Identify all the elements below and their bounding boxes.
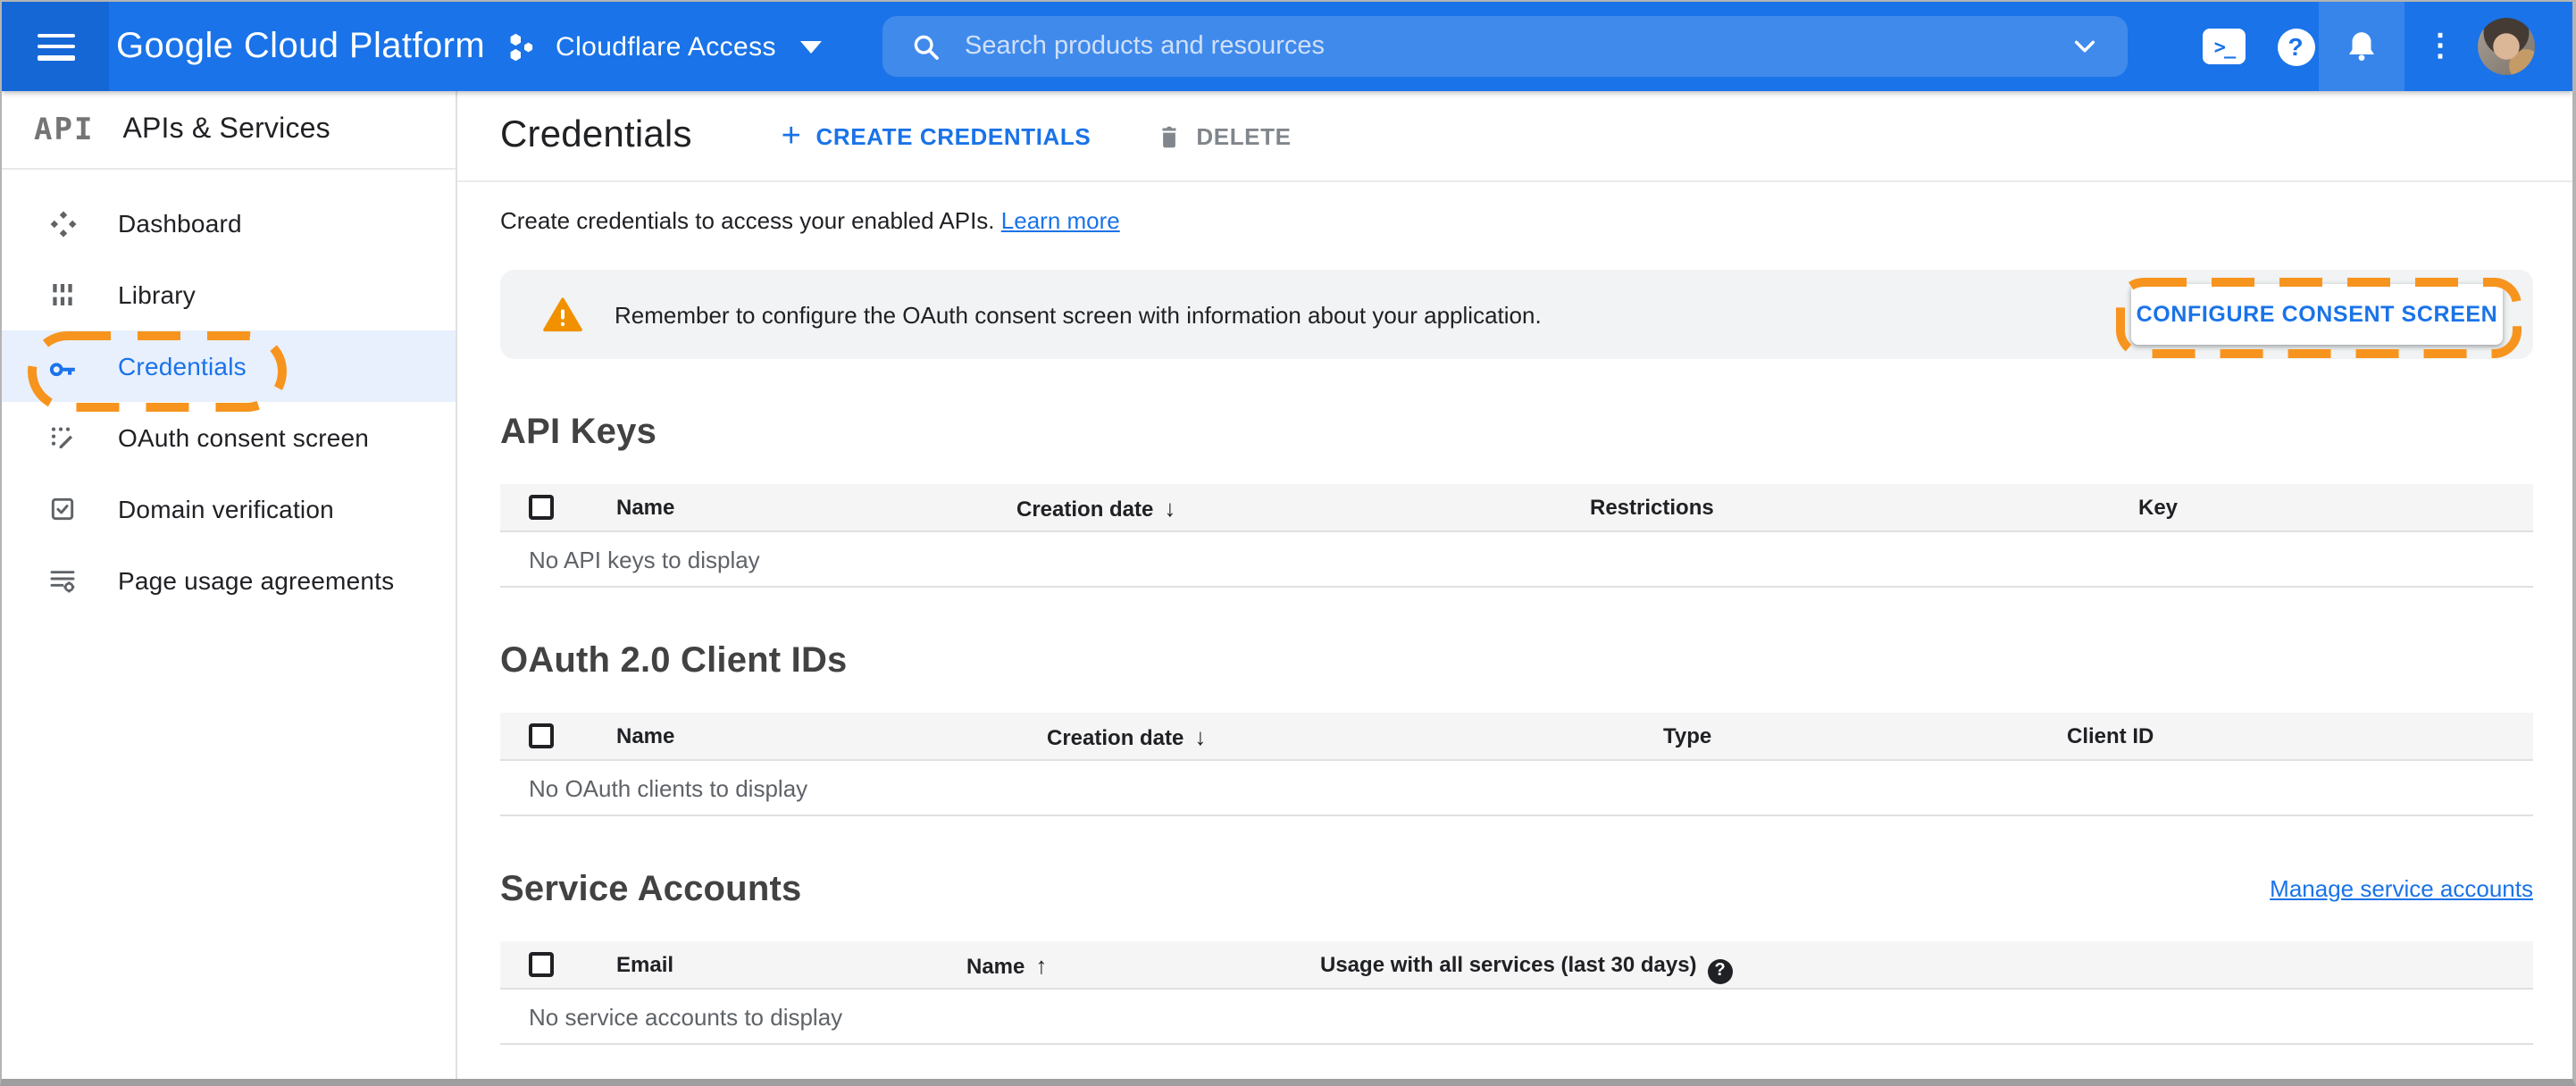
library-icon bbox=[46, 280, 79, 309]
sidebar-item-label: Domain verification bbox=[118, 495, 334, 523]
oauth-clients-empty-state: No OAuth clients to display bbox=[500, 761, 2533, 816]
banner-message: Remember to configure the OAuth consent … bbox=[615, 301, 1542, 328]
column-header-name[interactable]: Name bbox=[616, 484, 674, 532]
sidebar-item-label: Dashboard bbox=[118, 209, 242, 238]
delete-button[interactable]: DELETE bbox=[1155, 122, 1291, 149]
column-header-email[interactable]: Email bbox=[616, 941, 673, 990]
select-all-checkbox[interactable] bbox=[529, 495, 554, 520]
sort-desc-icon: ↓ bbox=[1164, 495, 1176, 522]
sidebar-item-credentials[interactable]: Credentials bbox=[2, 330, 456, 402]
content-area: Create credentials to access your enable… bbox=[457, 182, 2572, 1045]
hamburger-icon bbox=[37, 33, 74, 60]
page-header: Credentials + CREATE CREDENTIALS DELETE bbox=[457, 91, 2572, 182]
search-icon bbox=[914, 34, 939, 59]
account-avatar[interactable] bbox=[2478, 18, 2535, 75]
project-selector[interactable]: Cloudflare Access bbox=[504, 2, 823, 91]
page-title: Credentials bbox=[500, 114, 692, 155]
vertical-dots-icon: ⋮ bbox=[2425, 29, 2455, 63]
search-bar[interactable] bbox=[882, 16, 2128, 77]
service-accounts-table-header: Email Name ↑ Usage with all services (las… bbox=[500, 941, 2533, 990]
consent-warning-banner: Remember to configure the OAuth consent … bbox=[500, 270, 2533, 359]
notifications-button[interactable] bbox=[2319, 2, 2405, 91]
api-logo: API bbox=[34, 112, 95, 147]
project-name: Cloudflare Access bbox=[556, 31, 776, 62]
sort-asc-icon: ↑ bbox=[1035, 952, 1048, 979]
service-accounts-empty-state: No service accounts to display bbox=[500, 990, 2533, 1045]
sidebar-item-dashboard[interactable]: Dashboard bbox=[2, 188, 456, 259]
main-content: Credentials + CREATE CREDENTIALS DELETE … bbox=[457, 91, 2572, 1079]
sidebar-nav: Dashboard Library Credentials OAuth cons… bbox=[2, 170, 456, 616]
sidebar-item-label: Credentials bbox=[118, 352, 247, 380]
service-accounts-title: Service Accounts bbox=[500, 870, 802, 909]
gcp-console-window: Google Cloud Platform Cloudflare Access … bbox=[0, 0, 2576, 1086]
oauth-clients-title: OAuth 2.0 Client IDs bbox=[500, 641, 848, 681]
intro-text: Create credentials to access your enable… bbox=[500, 207, 1120, 234]
sidebar-item-label: OAuth consent screen bbox=[118, 423, 370, 452]
column-header-creation-date[interactable]: Creation date ↓ bbox=[1016, 484, 1175, 532]
sidebar-item-label: Page usage agreements bbox=[118, 566, 395, 595]
column-header-key[interactable]: Key bbox=[2138, 484, 2178, 532]
sidebar: API APIs & Services Dashboard Library Cr… bbox=[2, 91, 457, 1079]
bell-icon bbox=[2349, 32, 2374, 61]
product-logo-text[interactable]: Google Cloud Platform bbox=[116, 2, 485, 91]
select-all-checkbox[interactable] bbox=[529, 723, 554, 748]
project-caret-icon bbox=[800, 40, 823, 53]
dashboard-icon bbox=[46, 208, 79, 238]
domain-verification-icon bbox=[46, 495, 79, 523]
sort-desc-icon: ↓ bbox=[1194, 723, 1207, 750]
cloud-shell-icon: >_ bbox=[2203, 29, 2246, 64]
api-keys-empty-state: No API keys to display bbox=[500, 532, 2533, 588]
column-header-name[interactable]: Name ↑ bbox=[966, 941, 1047, 990]
select-all-checkbox[interactable] bbox=[529, 952, 554, 977]
help-button[interactable]: ? bbox=[2272, 2, 2319, 91]
search-input[interactable] bbox=[965, 32, 2070, 61]
sidebar-title: APIs & Services bbox=[122, 113, 330, 144]
configure-consent-screen-button[interactable]: CONFIGURE CONSENT SCREEN bbox=[2131, 284, 2503, 345]
plus-icon: + bbox=[781, 117, 802, 155]
help-icon: ? bbox=[2277, 28, 2314, 65]
api-keys-title: API Keys bbox=[500, 413, 657, 452]
column-header-usage[interactable]: Usage with all services (last 30 days)? bbox=[1320, 941, 1733, 990]
column-header-name[interactable]: Name bbox=[616, 713, 674, 761]
sidebar-item-domain-verification[interactable]: Domain verification bbox=[2, 473, 456, 545]
cloud-shell-button[interactable]: >_ bbox=[2199, 2, 2249, 91]
column-header-restrictions[interactable]: Restrictions bbox=[1590, 484, 1714, 532]
top-app-bar: Google Cloud Platform Cloudflare Access … bbox=[2, 2, 2572, 91]
sidebar-item-page-usage-agreements[interactable]: Page usage agreements bbox=[2, 545, 456, 616]
column-header-creation-date[interactable]: Creation date ↓ bbox=[1047, 713, 1206, 761]
column-header-client-id[interactable]: Client ID bbox=[2067, 713, 2154, 761]
warning-icon bbox=[543, 297, 582, 332]
nav-menu-button[interactable] bbox=[2, 2, 109, 91]
create-credentials-button[interactable]: + CREATE CREDENTIALS bbox=[782, 119, 1091, 153]
sidebar-header: API APIs & Services bbox=[2, 91, 456, 170]
usage-help-icon[interactable]: ? bbox=[1707, 958, 1733, 983]
sidebar-item-label: Library bbox=[118, 280, 196, 309]
sidebar-item-library[interactable]: Library bbox=[2, 259, 456, 330]
page-usage-agreements-icon bbox=[46, 566, 79, 595]
column-header-type[interactable]: Type bbox=[1663, 713, 1711, 761]
more-options-button[interactable]: ⋮ bbox=[2417, 2, 2463, 91]
oauth-consent-icon bbox=[46, 423, 79, 452]
learn-more-link[interactable]: Learn more bbox=[1001, 207, 1120, 234]
sidebar-item-oauth-consent-screen[interactable]: OAuth consent screen bbox=[2, 402, 456, 473]
api-keys-table-header: Name Creation date ↓ Restrictions Key bbox=[500, 484, 2533, 532]
search-chevron-down-icon[interactable] bbox=[2070, 32, 2099, 61]
key-icon bbox=[46, 350, 79, 382]
project-hexagons-icon bbox=[510, 32, 533, 61]
oauth-clients-table-header: Name Creation date ↓ Type Client ID bbox=[500, 713, 2533, 761]
manage-service-accounts-link[interactable]: Manage service accounts bbox=[2270, 866, 2533, 913]
trash-icon bbox=[1161, 125, 1175, 147]
